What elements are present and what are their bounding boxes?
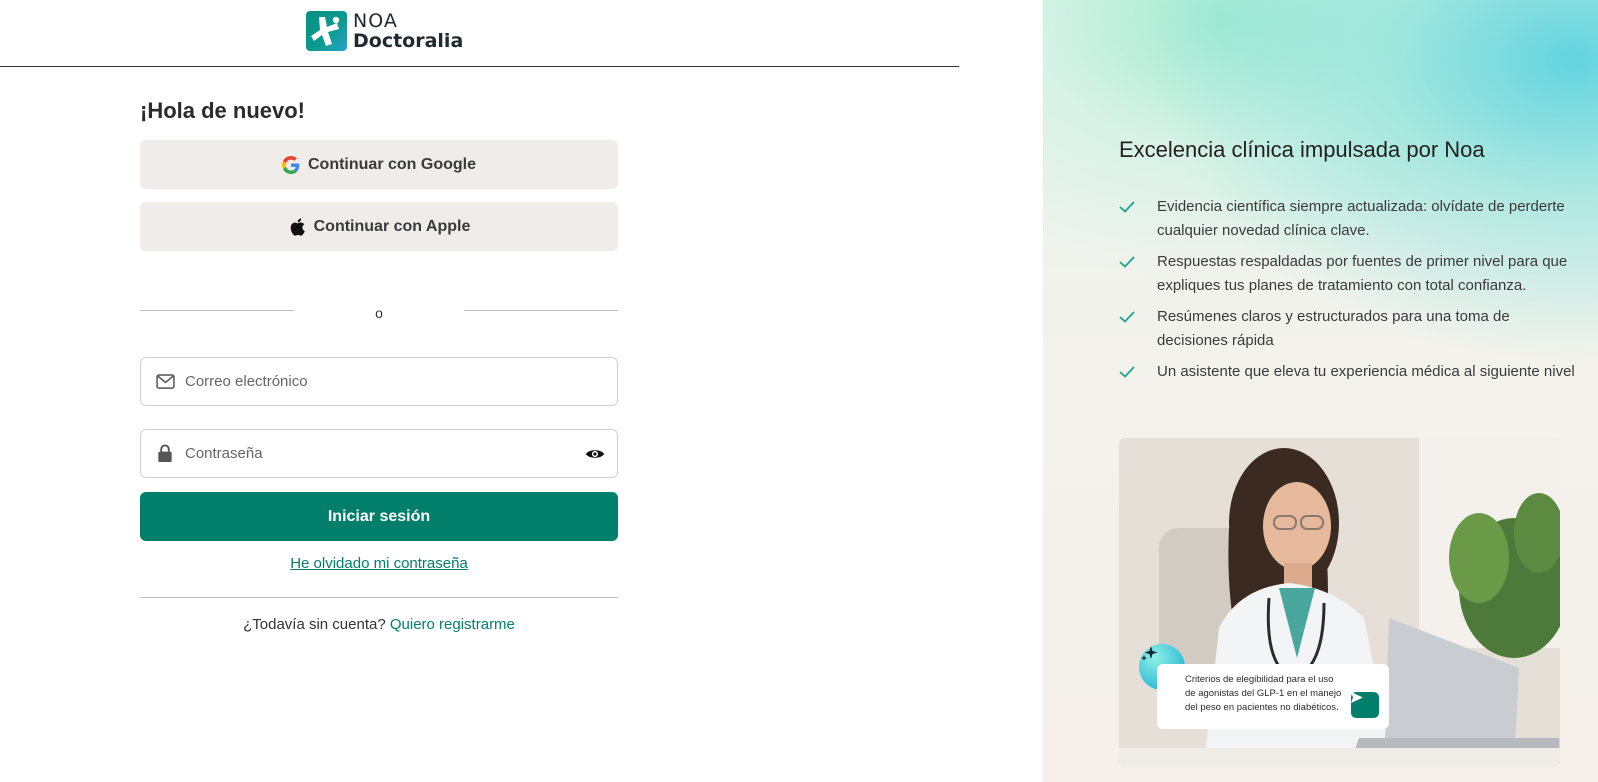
check-icon (1119, 195, 1137, 219)
apple-icon (288, 217, 306, 237)
benefit-text: Evidencia científica siempre actualizada… (1157, 198, 1565, 239)
lock-icon (155, 444, 175, 464)
signup-row: ¿Todavía sin cuenta? Quiero registrarme (140, 616, 618, 633)
logo-doctoralia-text: Doctoralia (353, 29, 464, 52)
email-input[interactable] (185, 373, 605, 390)
email-field[interactable] (140, 357, 618, 406)
promo-panel: Excelencia clínica impulsada por Noa Evi… (1043, 0, 1598, 782)
benefit-text: Resúmenes claros y estructurados para un… (1157, 308, 1510, 349)
forgot-password: He olvidado mi contraseña (140, 555, 618, 572)
google-button-label: Continuar con Google (308, 155, 476, 173)
logo-mark-icon (306, 11, 347, 51)
signup-link[interactable]: Quiero registrarme (390, 616, 515, 633)
forgot-password-link[interactable]: He olvidado mi contraseña (290, 555, 468, 572)
divider-text: o (375, 305, 383, 321)
benefit-text: Respuestas respaldadas por fuentes de pr… (1157, 253, 1568, 294)
google-icon (282, 155, 300, 174)
divider-line-right (464, 310, 618, 311)
assistant-prompt-card: Criterios de elegibilidad para el uso de… (1157, 664, 1389, 729)
eye-icon[interactable] (585, 444, 605, 464)
page-title: ¡Hola de nuevo! (140, 98, 306, 123)
send-icon (1351, 692, 1379, 718)
check-icon (1119, 305, 1137, 329)
signup-prompt: ¿Todavía sin cuenta? (243, 616, 386, 633)
noa-doctoralia-logo[interactable]: NOA Doctoralia (306, 11, 463, 51)
password-field[interactable] (140, 429, 618, 478)
promo-title: Excelencia clínica impulsada por Noa (1119, 137, 1485, 162)
or-divider: o (140, 303, 618, 323)
top-bar: NOA Doctoralia (0, 0, 959, 67)
benefit-item: Resúmenes claros y estructurados para un… (1119, 305, 1579, 353)
doctor-photo: Criterios de elegibilidad para el uso de… (1119, 438, 1560, 767)
login-button[interactable]: Iniciar sesión (140, 492, 618, 541)
prompt-text: Criterios de elegibilidad para el uso de… (1185, 674, 1342, 713)
benefits-list: Evidencia científica siempre actualizada… (1119, 195, 1579, 391)
benefit-item: Un asistente que eleva tu experiencia mé… (1119, 360, 1579, 384)
benefit-item: Evidencia científica siempre actualizada… (1119, 195, 1579, 243)
check-icon (1119, 360, 1137, 384)
check-icon (1119, 250, 1137, 274)
apple-signin-button[interactable]: Continuar con Apple (140, 202, 618, 251)
login-panel: NOA Doctoralia ¡Hola de nuevo! Continuar… (0, 0, 1043, 782)
benefit-item: Respuestas respaldadas por fuentes de pr… (1119, 250, 1579, 298)
separator (140, 597, 618, 598)
google-signin-button[interactable]: Continuar con Google (140, 140, 618, 189)
apple-button-label: Continuar con Apple (313, 217, 471, 235)
logo-text: NOA Doctoralia (353, 9, 464, 52)
password-input[interactable] (185, 445, 585, 462)
logo-noa-text: NOA (353, 9, 398, 32)
benefit-text: Un asistente que eleva tu experiencia mé… (1157, 363, 1575, 380)
mail-icon (155, 372, 175, 392)
